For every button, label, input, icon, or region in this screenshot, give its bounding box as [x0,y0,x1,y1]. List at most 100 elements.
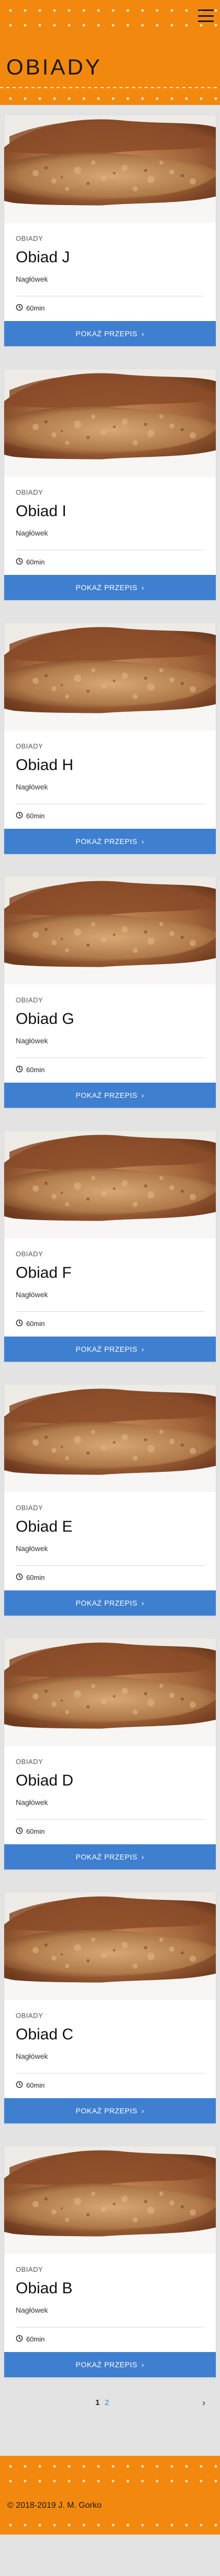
show-recipe-button[interactable]: POKAŻ PRZEPIS › [4,321,216,346]
recipe-image[interactable] [4,2146,216,2254]
prep-time-value: 60min [26,1066,45,1074]
show-recipe-label: POKAŻ PRZEPIS [75,1599,138,1607]
recipe-image[interactable] [4,1893,216,2000]
recipe-category: OBIADY [16,996,43,1004]
recipe-card: OBIADY Obiad H Nagłówek 60min POKAŻ PRZE… [4,623,216,854]
recipe-category: OBIADY [16,1250,43,1258]
page-link-2[interactable]: 2 [105,2398,109,2407]
recipe-card: OBIADY Obiad J Nagłówek 60min POKAŻ PRZE… [4,115,216,346]
show-recipe-button[interactable]: POKAŻ PRZEPIS › [4,1844,216,1869]
recipe-title: Obiad J [16,249,70,266]
clock-icon [16,2081,23,2090]
card-body: OBIADY Obiad F Nagłówek 60min [4,1238,216,1337]
chevron-right-icon: › [141,2360,145,2369]
copyright-text: © 2018-2019 J. M. Gorko [7,2501,102,2510]
chevron-right-icon: › [141,1853,145,1861]
show-recipe-button[interactable]: POKAŻ PRZEPIS › [4,1337,216,1362]
show-recipe-label: POKAŻ PRZEPIS [75,837,138,846]
clock-icon [16,2335,23,2344]
clock-icon [16,1065,23,1074]
page-header: OBIADY [0,0,220,105]
card-body: OBIADY Obiad C Nagłówek 60min [4,2000,216,2098]
show-recipe-label: POKAŻ PRZEPIS [75,1091,138,1099]
recipe-image[interactable] [4,115,216,223]
recipe-card: OBIADY Obiad E Nagłówek 60min POKAŻ PRZE… [4,1385,216,1616]
recipe-card: OBIADY Obiad D Nagłówek 60min POKAŻ PRZE… [4,1639,216,1869]
prep-time: 60min [16,1312,204,1337]
chevron-right-icon: › [141,837,145,846]
chevron-right-icon: › [141,1091,145,1099]
clock-icon [16,811,23,820]
recipe-card: OBIADY Obiad C Nagłówek 60min POKAŻ PRZE… [4,1893,216,2123]
recipe-image[interactable] [4,1385,216,1492]
prep-time-value: 60min [26,812,45,820]
chevron-right-icon: › [141,329,145,338]
prep-time: 60min [16,1820,204,1844]
recipe-title: Obiad B [16,2280,73,2297]
show-recipe-button[interactable]: POKAŻ PRZEPIS › [4,829,216,854]
recipe-category: OBIADY [16,488,43,496]
card-body: OBIADY Obiad D Nagłówek 60min [4,1746,216,1844]
recipe-subtitle: Nagłówek [16,783,48,791]
recipe-category: OBIADY [16,2012,43,2019]
recipe-category: OBIADY [16,1758,43,1766]
prep-time: 60min [16,2327,204,2352]
recipe-image[interactable] [4,1639,216,1746]
recipe-image[interactable] [4,877,216,985]
chevron-right-icon: › [141,1599,145,1607]
recipe-image[interactable] [4,369,216,477]
recipe-image[interactable] [4,1131,216,1238]
clock-icon [16,1319,23,1328]
recipe-title: Obiad F [16,1264,72,1281]
card-body: OBIADY Obiad B Nagłówek 60min [4,2254,216,2352]
show-recipe-button[interactable]: POKAŻ PRZEPIS › [4,1083,216,1108]
prep-time-value: 60min [26,2081,45,2089]
recipe-subtitle: Nagłówek [16,1036,48,1045]
recipe-title: Obiad E [16,1518,73,1535]
recipe-card: OBIADY Obiad G Nagłówek 60min POKAŻ PRZE… [4,877,216,1108]
prep-time: 60min [16,1058,204,1083]
card-body: OBIADY Obiad I Nagłówek 60min [4,477,216,575]
recipe-title: Obiad G [16,1010,74,1028]
show-recipe-label: POKAŻ PRZEPIS [75,1853,138,1861]
recipe-image[interactable] [4,623,216,731]
card-body: OBIADY Obiad G Nagłówek 60min [4,985,216,1083]
pagination: 1 2 › [0,2398,220,2456]
card-body: OBIADY Obiad J Nagłówek 60min [4,223,216,321]
show-recipe-button[interactable]: POKAŻ PRZEPIS › [4,2352,216,2377]
chevron-right-icon: › [141,1345,145,1353]
show-recipe-label: POKAŻ PRZEPIS [75,1345,138,1353]
clock-icon [16,558,23,566]
prep-time-value: 60min [26,1574,45,1581]
recipe-title: Obiad C [16,2026,74,2043]
recipe-subtitle: Nagłówek [16,529,48,537]
clock-icon [16,304,23,313]
recipe-subtitle: Nagłówek [16,1544,48,1553]
recipe-card: OBIADY Obiad I Nagłówek 60min POKAŻ PRZE… [4,369,216,600]
recipe-title: Obiad H [16,756,74,774]
prep-time-value: 60min [26,1827,45,1835]
show-recipe-button[interactable]: POKAŻ PRZEPIS › [4,2098,216,2123]
recipe-title: Obiad D [16,1772,74,1789]
recipe-subtitle: Nagłówek [16,1290,48,1299]
page-footer: © 2018-2019 J. M. Gorko [0,2456,220,2535]
chevron-right-icon: › [141,2107,145,2115]
show-recipe-label: POKAŻ PRZEPIS [75,2360,138,2369]
next-page-icon[interactable]: › [202,2398,205,2409]
prep-time-value: 60min [26,558,45,566]
show-recipe-label: POKAŻ PRZEPIS [75,583,138,592]
chevron-right-icon: › [141,583,145,592]
card-body: OBIADY Obiad H Nagłówek 60min [4,731,216,829]
show-recipe-button[interactable]: POKAŻ PRZEPIS › [4,575,216,600]
recipe-category: OBIADY [16,2265,43,2273]
page-link-1[interactable]: 1 [95,2398,100,2407]
header-dashed-divider [0,87,220,88]
recipe-subtitle: Nagłówek [16,1798,48,1807]
show-recipe-label: POKAŻ PRZEPIS [75,329,138,338]
recipe-category: OBIADY [16,1504,43,1512]
hamburger-menu-icon[interactable] [198,9,214,22]
recipe-subtitle: Nagłówek [16,2306,48,2314]
prep-time: 60min [16,550,204,575]
show-recipe-button[interactable]: POKAŻ PRZEPIS › [4,1590,216,1616]
clock-icon [16,1573,23,1582]
